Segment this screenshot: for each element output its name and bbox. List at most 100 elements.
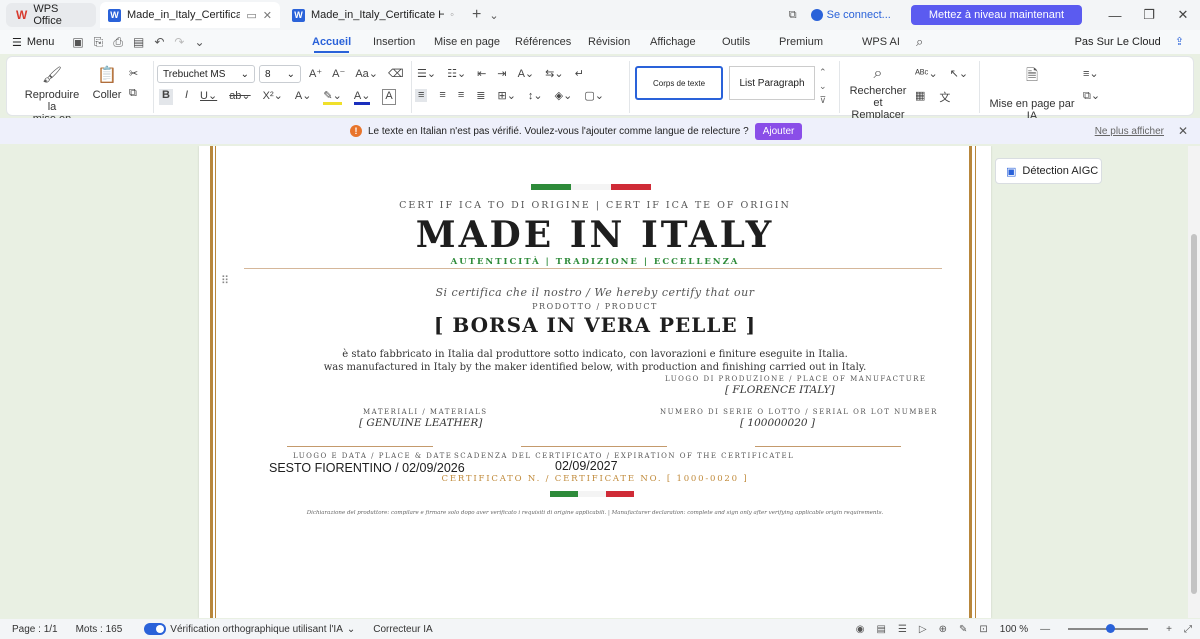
web-view-icon[interactable]: ⊕ <box>939 624 947 635</box>
outline-view-icon[interactable]: ☰ <box>898 624 907 635</box>
paste-button[interactable]: 📋 Coller <box>89 65 125 101</box>
save-icon[interactable]: ▣ <box>72 35 83 50</box>
more-chevron-icon[interactable]: ⌄ <box>194 35 204 50</box>
zoom-out-icon[interactable]: — <box>1040 624 1050 635</box>
cut-icon[interactable]: ✂ <box>129 67 138 80</box>
aigc-detection-button[interactable]: ▣ Détection AIGC <box>995 158 1102 184</box>
paragraph-settings-icon[interactable]: ≡⌄ <box>1083 67 1099 80</box>
decrease-indent-icon[interactable]: ⇤ <box>477 67 486 80</box>
change-case-icon[interactable]: Aa⌄ <box>355 67 378 80</box>
tab-premium[interactable]: Premium <box>779 36 823 48</box>
restore-icon[interactable]: ❐ <box>1132 7 1166 23</box>
spellcheck-icon[interactable]: ᴬᴮᶜ⌄ <box>915 67 938 80</box>
sign-in-button[interactable]: Se connect... <box>810 9 891 21</box>
style-scroll[interactable]: ⌃ ⌄ ⊽ <box>819 65 827 107</box>
clear-format-icon[interactable]: ⌫ <box>388 67 404 80</box>
zoom-knob[interactable] <box>1106 624 1116 633</box>
export-icon[interactable]: ⎘ <box>94 35 104 50</box>
text-effect-icon[interactable]: A⌄ <box>295 89 312 105</box>
pen-icon[interactable]: ✎ <box>959 624 967 635</box>
screen-icon[interactable]: ▭ <box>246 9 256 22</box>
app-home-tab[interactable]: W WPS Office <box>6 3 96 27</box>
window-layout-icon[interactable]: ⧉ <box>789 9 797 22</box>
font-name-select[interactable]: Trebuchet MS ⌄ <box>157 65 255 83</box>
copy-icon[interactable]: ⧉ <box>129 87 137 100</box>
tab-wps-ai[interactable]: WPS AI <box>862 36 900 48</box>
page-view-icon[interactable]: ▤ <box>877 624 886 635</box>
add-language-button[interactable]: Ajouter <box>754 122 803 140</box>
redo-icon[interactable]: ↷ <box>174 35 184 50</box>
minimize-icon[interactable]: — <box>1098 8 1132 23</box>
grow-font-icon[interactable]: A⁺ <box>309 67 322 80</box>
numbered-list-icon[interactable]: ☷⌄ <box>447 67 466 80</box>
justify-icon[interactable]: ≣ <box>476 89 485 102</box>
align-center-icon[interactable]: ≡ <box>439 89 445 102</box>
vertical-scrollbar[interactable] <box>1188 146 1200 618</box>
line-spacing-icon[interactable]: ↕⌄ <box>528 89 543 102</box>
font-color-icon[interactable]: A⌄ <box>353 89 371 105</box>
fullscreen-icon[interactable]: ⤢ <box>1184 624 1192 635</box>
document-tab-active[interactable]: W Made_in_Italy_Certificate Ha ▭ ✕ <box>100 2 280 28</box>
tab-dot-icon[interactable]: ◦ <box>450 9 454 21</box>
fit-page-icon[interactable]: ⊡ <box>979 624 987 635</box>
print-icon[interactable]: ⎙ <box>113 35 123 50</box>
superscript-icon[interactable]: X²⌄ <box>263 89 283 105</box>
ai-corrector[interactable]: Correcteur IA <box>373 624 432 635</box>
reading-mode-icon[interactable]: ▷ <box>919 624 927 635</box>
scroll-thumb[interactable] <box>1191 234 1197 594</box>
bold-icon[interactable]: B <box>159 89 173 105</box>
document-page[interactable]: CERT IF ICA TO DI ORIGINE | CERT IF ICA … <box>199 146 991 618</box>
menu-button[interactable]: ☰ Menu <box>12 36 54 49</box>
arrange-icon[interactable]: ⧉⌄ <box>1083 89 1100 103</box>
ai-layout-button[interactable]: 🗎 Mise en page par IA <box>987 65 1077 122</box>
tab-affichage[interactable]: Affichage <box>650 36 696 48</box>
spellcheck-toggle[interactable] <box>144 623 167 635</box>
tab-outils[interactable]: Outils <box>722 36 750 48</box>
page-count[interactable]: Page : 1/1 <box>12 624 58 635</box>
style-list-paragraph[interactable]: List Paragraph <box>729 66 815 100</box>
shading-icon[interactable]: ◈⌄ <box>555 89 573 102</box>
line-break-icon[interactable]: ↵ <box>575 67 584 80</box>
highlight-icon[interactable]: ✎⌄ <box>323 89 342 105</box>
font-size-select[interactable]: 8 ⌄ <box>259 65 301 83</box>
chevron-down-icon[interactable]: ⌄ <box>347 624 355 635</box>
strikethrough-icon[interactable]: ab⌄ <box>229 89 250 105</box>
increase-indent-icon[interactable]: ⇥ <box>497 67 506 80</box>
italic-icon[interactable]: I <box>185 89 188 105</box>
borders-icon[interactable]: ▢⌄ <box>584 89 604 102</box>
upgrade-button[interactable]: Mettez à niveau maintenant <box>910 5 1082 25</box>
dismiss-link[interactable]: Ne plus afficher <box>1095 126 1164 137</box>
chevron-down-icon[interactable]: ⌄ <box>489 9 498 22</box>
tab-mise-en-page[interactable]: Mise en page <box>434 36 500 48</box>
shrink-font-icon[interactable]: A⁻ <box>332 67 345 80</box>
character-border-icon[interactable]: A <box>382 89 396 105</box>
translate-icon[interactable]: 文 <box>939 89 950 105</box>
word-count-icon[interactable]: ▦ <box>915 89 925 105</box>
underline-icon[interactable]: U⌄ <box>200 89 217 105</box>
align-right-icon[interactable]: ≡ <box>458 89 464 102</box>
tab-references[interactable]: Références <box>515 36 571 48</box>
tab-insertion[interactable]: Insertion <box>373 36 415 48</box>
distribute-icon[interactable]: ⊞⌄ <box>497 89 515 102</box>
select-icon[interactable]: ↖⌄ <box>950 67 968 80</box>
style-corps-de-texte[interactable]: Corps de texte <box>635 66 723 100</box>
asian-layout-icon[interactable]: A⌄ <box>518 67 535 80</box>
close-icon[interactable]: ✕ <box>1178 124 1188 138</box>
close-tab-icon[interactable]: ✕ <box>263 9 272 22</box>
close-window-icon[interactable]: ✕ <box>1166 7 1200 23</box>
zoom-level[interactable]: 100 % <box>1000 624 1028 635</box>
align-left-icon[interactable]: ≡ <box>415 89 428 102</box>
eye-protection-icon[interactable]: ◉ <box>856 624 865 635</box>
search-icon[interactable]: ⌕ <box>916 34 923 50</box>
cloud-status[interactable]: Pas Sur Le Cloud ⇪ <box>1075 35 1184 49</box>
zoom-slider[interactable] <box>1068 624 1149 633</box>
undo-icon[interactable]: ↶ <box>154 35 164 50</box>
print-preview-icon[interactable]: ▤ <box>133 35 144 50</box>
share-icon[interactable]: ⇪ <box>1175 35 1184 48</box>
tab-revision[interactable]: Révision <box>588 36 630 48</box>
word-count[interactable]: Mots : 165 <box>76 624 123 635</box>
document-tab[interactable]: W Made_in_Italy_Certificate Hanana ◦ <box>284 2 462 28</box>
text-direction-icon[interactable]: ⇆⌄ <box>545 67 563 80</box>
zoom-in-icon[interactable]: + <box>1166 624 1172 635</box>
tab-accueil[interactable]: Accueil <box>312 36 351 53</box>
